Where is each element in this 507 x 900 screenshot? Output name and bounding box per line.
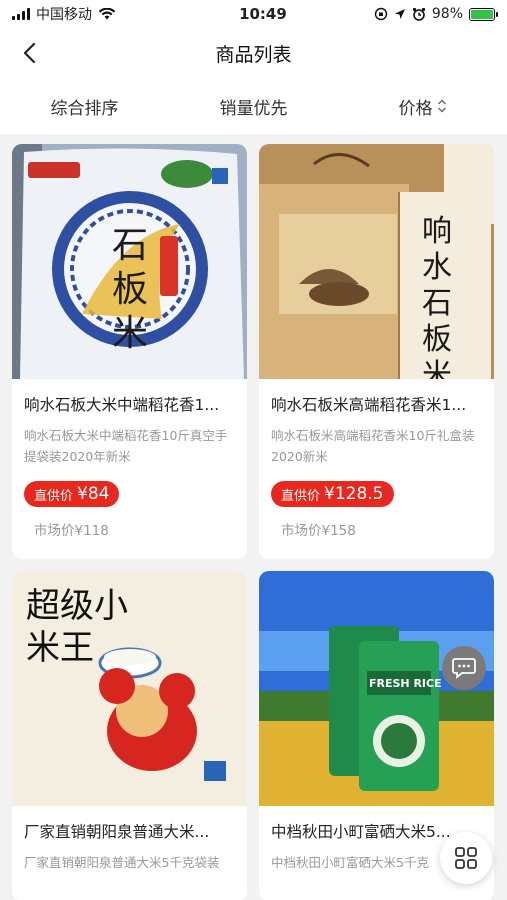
market-price: 市场价¥118 [34,523,109,539]
product-info: 响水石板大米中端稻花香1... 响水石板大米中端稻花香10斤真空手提袋装2020… [12,379,247,539]
product-grid: 石板米 响水石板大米中端稻花香1... 响水石板大米中端稻花香10斤真空手提袋装… [12,144,495,900]
product-image: 石板米 [12,144,247,379]
battery-level [471,9,493,19]
status-bar: 中国移动 10:49 98% [0,0,507,28]
sort-comprehensive[interactable]: 综合排序 [0,94,169,119]
product-info: 响水石板米高端稻花香米1... 响水石板米高端稻花香米10斤礼盒装2020新米 … [259,379,494,539]
price-label: 直供价 [34,488,74,504]
nav-bar: 商品列表 [0,28,507,78]
alarm-icon [412,7,425,21]
signal-icon [12,8,30,20]
product-image-caption: 响水石板米 [422,214,452,379]
product-image-caption: 超级小米王 [26,586,128,668]
product-image-caption: 石板米 [111,225,148,354]
grid-view-button[interactable] [440,832,492,884]
sort-price-label: 价格 [398,98,433,119]
chevron-left-icon [23,42,36,64]
product-image-caption: FRESH RICE [369,677,442,690]
battery-percent: 98% [431,6,463,22]
product-card[interactable]: 响水石板米 响水石板米高端稻花香米1... 响水石板米高端稻花香米10斤礼盒装2… [259,144,494,559]
wifi-icon [98,8,116,20]
grid-icon [455,847,477,869]
sort-sales[interactable]: 销量优先 [169,94,338,119]
product-image: 响水石板米 [259,144,494,379]
status-time: 10:49 [239,5,287,23]
battery-icon [469,7,498,21]
product-title: 厂家直销朝阳泉普通大米... [24,823,210,841]
location-icon [394,9,405,19]
sort-sales-label: 销量优先 [219,98,288,119]
carrier-name: 中国移动 [36,7,92,23]
product-desc: 厂家直销朝阳泉普通大米5千克袋装 [24,855,220,870]
status-right: 98% [374,6,498,22]
product-info: 厂家直销朝阳泉普通大米... 厂家直销朝阳泉普通大米5千克袋装 [12,806,247,894]
price-value: ¥84 [77,484,110,504]
sort-price[interactable]: 价格 [338,94,507,119]
market-price: 市场价¥158 [281,523,356,539]
product-card[interactable]: 超级小米王 厂家直销朝阳泉普通大米... 厂家直销朝阳泉普通大米5千克袋装 [12,571,247,900]
price-badge: 直供价 ¥84 [24,481,120,507]
product-desc: 响水石板大米中端稻花香10斤真空手提袋装2020年新米 [24,428,228,464]
price-label: 直供价 [281,488,321,504]
sort-bar: 综合排序 销量优先 价格 [0,78,507,134]
product-title: 响水石板米高端稻花香米1... [271,396,467,414]
price-badge: 直供价 ¥128.5 [271,481,394,507]
product-card[interactable]: 石板米 响水石板大米中端稻花香1... 响水石板大米中端稻花香10斤真空手提袋装… [12,144,247,559]
chat-bubble-icon [452,658,476,679]
chat-button[interactable] [442,646,486,690]
product-title: 响水石板大米中端稻花香1... [24,396,220,414]
product-image: 超级小米王 [12,571,247,806]
orientation-lock-icon [374,7,388,21]
page-title: 商品列表 [215,43,292,66]
product-desc: 响水石板米高端稻花香米10斤礼盒装2020新米 [271,428,475,464]
price-value: ¥128.5 [324,484,384,504]
sort-updown-icon [437,99,446,113]
sort-comprehensive-label: 综合排序 [50,98,119,119]
back-button[interactable] [14,38,44,68]
